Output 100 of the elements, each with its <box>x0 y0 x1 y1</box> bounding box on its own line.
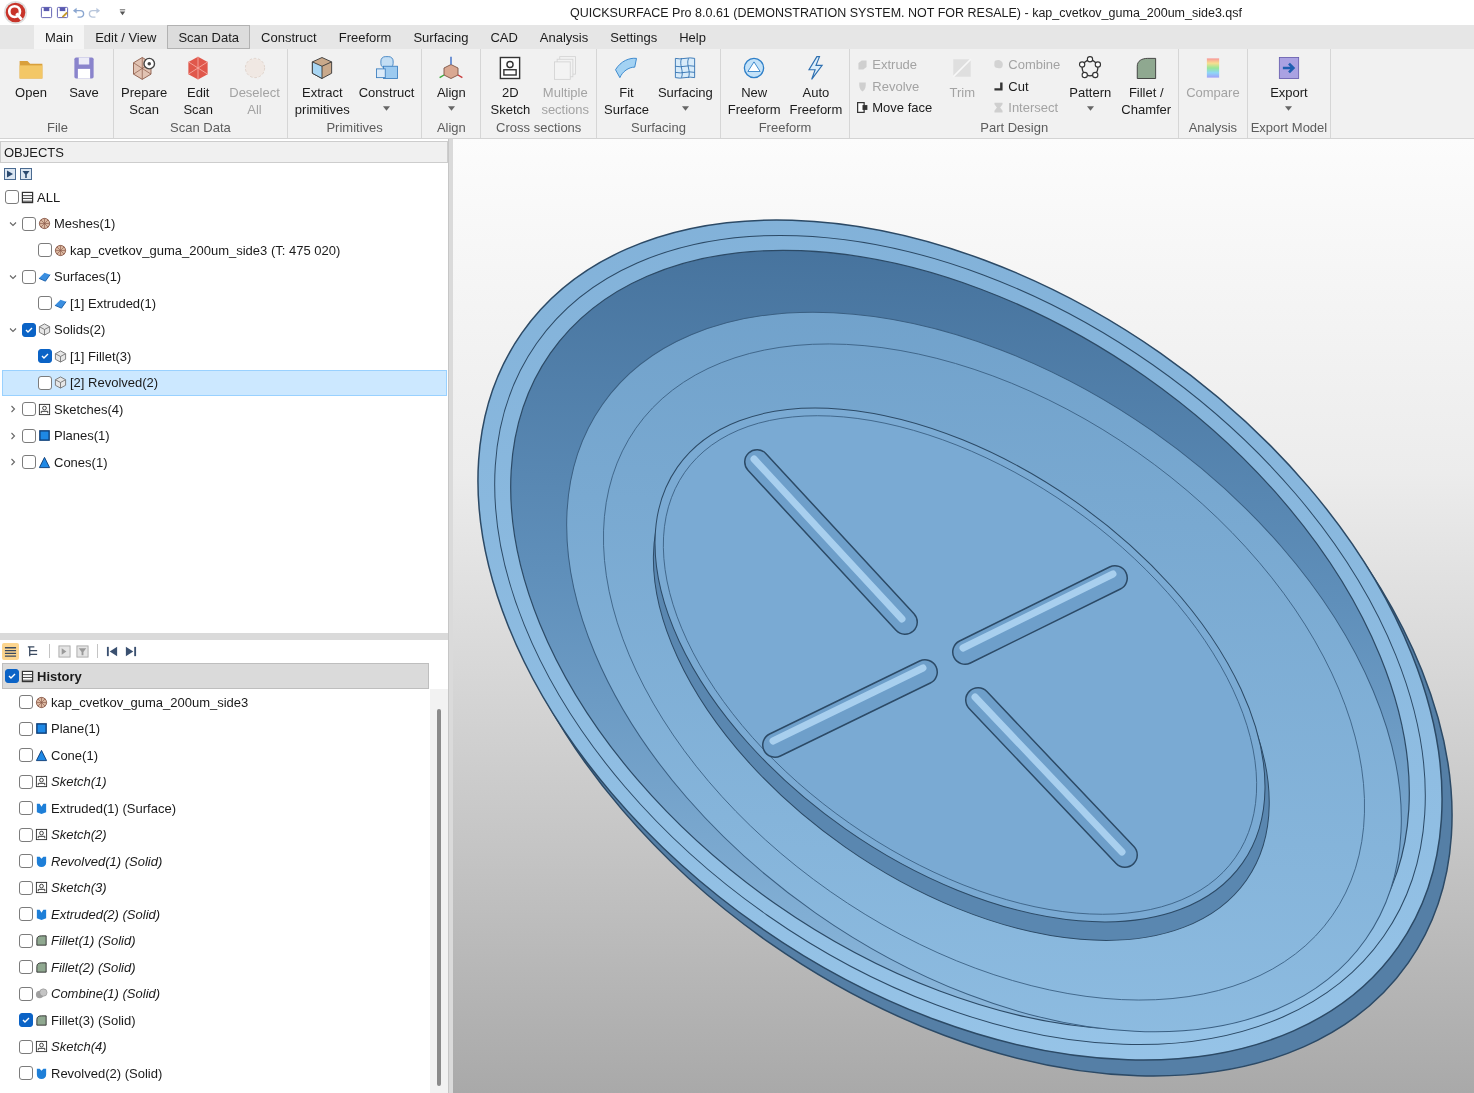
checkbox[interactable] <box>38 375 52 390</box>
tree-item[interactable]: [1] Fillet(3) <box>2 343 447 370</box>
checkbox[interactable] <box>19 986 33 1001</box>
checkbox[interactable] <box>19 827 33 842</box>
feature-item[interactable]: Cone(1) <box>0 742 430 769</box>
chevron-down-icon[interactable] <box>9 325 17 334</box>
checkbox[interactable] <box>19 933 33 948</box>
save-button[interactable]: Save <box>58 51 110 119</box>
feature-item[interactable]: Plane(1) <box>0 715 430 742</box>
cut-button[interactable]: Cut <box>989 75 1064 97</box>
checkbox[interactable] <box>5 669 19 683</box>
menu-tab[interactable]: Analysis <box>528 25 600 49</box>
checkbox[interactable] <box>19 854 33 869</box>
fillet-chamfer-button[interactable]: Fillet / Chamfer <box>1117 51 1176 119</box>
play-box-icon[interactable] <box>4 167 16 180</box>
chevron-right-icon[interactable] <box>9 405 17 414</box>
construct-button[interactable]: Construct <box>354 51 419 119</box>
tree-item[interactable]: ALL <box>2 184 447 211</box>
scrollbar[interactable] <box>430 689 448 1093</box>
edit-scan-button[interactable]: Edit Scan <box>172 51 225 119</box>
menu-tab[interactable]: Scan Data <box>167 25 251 49</box>
auto-freeform-button[interactable]: Auto Freeform <box>785 51 847 119</box>
checkbox[interactable] <box>19 1013 33 1028</box>
prepare-scan-button[interactable]: Prepare Scan <box>117 51 172 119</box>
feature-item[interactable]: kap_cvetkov_guma_200um_side3 <box>0 689 430 716</box>
view-mode-button[interactable] <box>2 642 19 660</box>
menu-tab[interactable]: Edit / View <box>84 25 168 49</box>
checkbox[interactable] <box>38 349 52 364</box>
list-icon <box>21 669 34 683</box>
tree-item[interactable]: Cones(1) <box>2 449 447 476</box>
open-button[interactable]: Open <box>5 51 57 119</box>
tree-item[interactable]: [1] Extruded(1) <box>2 290 447 317</box>
tree-item[interactable]: Surfaces(1) <box>2 263 447 290</box>
feature-item[interactable]: Sketch(4) <box>0 1033 430 1060</box>
skip-to-end-icon[interactable] <box>124 644 137 658</box>
scrollbar-thumb[interactable] <box>437 709 441 1086</box>
chevron-right-icon[interactable] <box>9 458 17 467</box>
checkbox[interactable] <box>5 190 19 205</box>
checkbox[interactable] <box>38 243 52 258</box>
checkbox[interactable] <box>22 428 36 443</box>
pattern-button[interactable]: Pattern <box>1064 51 1117 119</box>
checkbox[interactable] <box>19 721 33 736</box>
feature-item[interactable]: Sketch(2) <box>0 821 430 848</box>
menu-tab[interactable]: CAD <box>479 25 529 49</box>
feature-item[interactable]: Fillet(1) (Solid) <box>0 927 430 954</box>
customize-caret-icon[interactable] <box>118 8 127 17</box>
checkbox[interactable] <box>19 880 33 895</box>
tree-item[interactable]: Sketches(4) <box>2 396 447 423</box>
checkbox[interactable] <box>19 695 33 710</box>
checkbox[interactable] <box>22 216 36 231</box>
checkbox[interactable] <box>22 269 36 284</box>
feature-item[interactable]: Fillet(3) (Solid) <box>0 1007 430 1034</box>
checkbox[interactable] <box>22 455 36 470</box>
undo-icon[interactable] <box>72 6 85 19</box>
chevron-down-icon[interactable] <box>9 272 17 281</box>
checkbox[interactable] <box>19 774 33 789</box>
feature-item[interactable]: Combine(1) (Solid) <box>0 980 430 1007</box>
filter-icon[interactable] <box>20 167 32 180</box>
feature-item[interactable]: Fillet(2) (Solid) <box>0 954 430 981</box>
feature-item[interactable]: Sketch(3) <box>0 874 430 901</box>
extract-primitives-button[interactable]: Extract primitives <box>290 51 354 119</box>
checkbox[interactable] <box>19 1039 33 1054</box>
skip-to-start-icon[interactable] <box>106 644 119 658</box>
app-logo-icon[interactable] <box>3 0 28 25</box>
checkbox[interactable] <box>19 748 33 763</box>
feature-item[interactable]: Extruded(2) (Solid) <box>0 901 430 928</box>
menu-tab[interactable]: Main <box>34 25 85 49</box>
tree-item[interactable]: [2] Revolved(2) <box>2 369 447 396</box>
chevron-right-icon[interactable] <box>9 431 17 440</box>
chevron-down-icon[interactable] <box>9 219 17 228</box>
fit-surface-button[interactable]: Fit Surface <box>600 51 653 119</box>
checkbox[interactable] <box>19 801 33 816</box>
feature-item[interactable]: Revolved(2) (Solid) <box>0 1060 430 1087</box>
tree-item[interactable]: Planes(1) <box>2 422 447 449</box>
checkbox[interactable] <box>19 960 33 975</box>
move-face-button[interactable]: Move face <box>853 97 936 119</box>
feature-item[interactable]: Extruded(1) (Surface) <box>0 795 430 822</box>
feature-item[interactable]: Revolved(1) (Solid) <box>0 848 430 875</box>
menu-tab[interactable]: Surfacing <box>402 25 480 49</box>
tree-item[interactable]: kap_cvetkov_guma_200um_side3 (T: 475 020) <box>2 237 447 264</box>
sketch-button[interactable]: 2D Sketch <box>484 51 537 119</box>
checkbox[interactable] <box>22 402 36 417</box>
checkbox[interactable] <box>22 322 36 337</box>
feature-item[interactable]: Sketch(1) <box>0 768 430 795</box>
menu-tab[interactable]: Help <box>668 25 717 49</box>
align-button[interactable]: Align <box>425 51 478 119</box>
surfacing-button[interactable]: Surfacing <box>653 51 717 119</box>
menu-tab[interactable]: Construct <box>250 25 328 49</box>
checkbox[interactable] <box>19 1066 33 1081</box>
menu-tab[interactable]: Freeform <box>327 25 403 49</box>
checkbox[interactable] <box>38 296 52 311</box>
tree-item[interactable]: Meshes(1) <box>2 210 447 237</box>
checkbox[interactable] <box>19 907 33 922</box>
save-icon[interactable] <box>40 6 53 19</box>
export-button[interactable]: Export <box>1262 51 1315 119</box>
menu-tab[interactable]: Settings <box>599 25 669 49</box>
new-freeform-button[interactable]: New Freeform <box>723 51 785 119</box>
history-root-item[interactable]: History <box>2 663 429 689</box>
floppy-pencil-icon[interactable] <box>56 6 69 19</box>
tree-item[interactable]: Solids(2) <box>2 316 447 343</box>
